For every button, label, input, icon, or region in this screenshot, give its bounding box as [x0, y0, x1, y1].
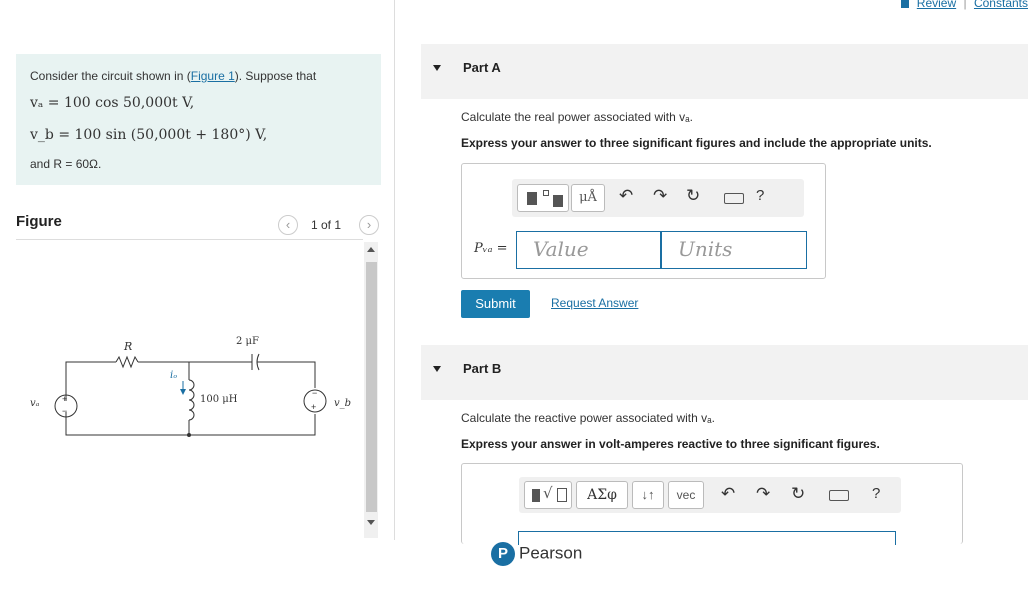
figure-1-link[interactable]: Figure 1: [191, 69, 235, 83]
part-b-instruction: Express your answer in volt-amperes reac…: [461, 437, 880, 451]
review-icon: [901, 0, 910, 8]
intro-suffix: ). Suppose that: [234, 69, 317, 83]
undo-icon[interactable]: ↶: [721, 484, 735, 504]
top-links: Review | Constants: [901, 0, 1028, 10]
circuit-diagram: R 2 μF 100 μH iₒ vₐ v_b + − − +: [30, 336, 351, 437]
constants-link[interactable]: Constants: [974, 0, 1028, 10]
label-va: vₐ: [30, 398, 40, 409]
submit-button[interactable]: Submit: [461, 290, 530, 318]
part-a-instruction: Express your answer to three significant…: [461, 136, 932, 150]
figure-title: Figure: [16, 213, 62, 230]
scroll-down-icon[interactable]: [367, 520, 375, 525]
intro-prefix: Consider the circuit shown in (: [30, 69, 191, 83]
review-link[interactable]: Review: [917, 0, 956, 10]
part-a-header[interactable]: Part A: [421, 44, 1028, 99]
va-equation: vₐ = 100 cos 50,000t V,: [30, 95, 195, 111]
templates-button[interactable]: [517, 184, 569, 212]
part-b-question: Calculate the reactive power associated …: [461, 411, 715, 425]
figure-panel: R 2 μF 100 μH iₒ vₐ v_b + − − +: [16, 239, 363, 540]
figure-scroll-thumb[interactable]: [366, 262, 377, 512]
next-figure-button[interactable]: ›: [359, 215, 379, 235]
part-b-answer-box: √ ΑΣφ ↓↑ vec ↶ ↷ ↻ ?: [461, 463, 963, 545]
value-placeholder: Value: [533, 237, 589, 261]
part-a-answer-box: μÅ ↶ ↷ ↻ ? Pᵥₐ = Value Units: [461, 163, 826, 279]
problem-statement: Consider the circuit shown in (Figure 1)…: [16, 54, 381, 185]
vb-plus: +: [311, 402, 316, 412]
collapse-caret-icon: [433, 65, 441, 71]
resistor: [115, 355, 139, 369]
help-icon[interactable]: ?: [756, 187, 764, 204]
keyboard-icon[interactable]: [724, 193, 744, 204]
part-a-question: Calculate the real power associated with…: [461, 110, 693, 124]
collapse-caret-icon: [433, 366, 441, 372]
va-plus: +: [62, 394, 67, 404]
label-inductance: 100 μH: [200, 394, 238, 405]
units-input[interactable]: Units: [661, 231, 807, 269]
greek-symbols-button[interactable]: ΑΣφ: [576, 481, 628, 509]
label-capacitance: 2 μF: [236, 336, 259, 347]
pearson-text: Pearson: [519, 543, 583, 563]
request-answer-link[interactable]: Request Answer: [551, 296, 638, 310]
link-separator: |: [963, 0, 967, 10]
scroll-up-icon[interactable]: [367, 247, 375, 252]
redo-icon[interactable]: ↷: [756, 484, 770, 504]
va-minus: −: [62, 406, 67, 416]
resistance-statement: and R = 60Ω.: [30, 157, 102, 171]
subscript-button[interactable]: ↓↑: [632, 481, 664, 509]
templates-sqrt-button[interactable]: √: [524, 481, 572, 509]
panel-divider: [394, 0, 395, 540]
value-input[interactable]: Value: [516, 231, 661, 269]
label-R: R: [123, 340, 132, 353]
inductor: [188, 379, 195, 421]
vec-button[interactable]: vec: [668, 481, 704, 509]
label-vb: v_b: [334, 398, 351, 409]
vb-equation: v_b = 100 sin (50,000t + 180°) V,: [30, 127, 268, 143]
part-a-toolbar: μÅ ↶ ↷ ↻ ?: [512, 179, 804, 217]
pa-variable-label: Pᵥₐ =: [474, 241, 508, 256]
pearson-logo-icon: P: [491, 542, 515, 566]
units-button[interactable]: μÅ: [571, 184, 605, 212]
part-b-toolbar: √ ΑΣφ ↓↑ vec ↶ ↷ ↻ ?: [519, 477, 901, 513]
pearson-brand: P Pearson: [491, 542, 582, 566]
units-placeholder: Units: [678, 237, 733, 261]
reset-icon[interactable]: ↻: [686, 186, 700, 206]
undo-icon[interactable]: ↶: [619, 186, 633, 206]
current-arrow: [180, 389, 186, 395]
label-io: iₒ: [170, 370, 177, 381]
reset-icon[interactable]: ↻: [791, 484, 805, 504]
part-b-header[interactable]: Part B: [421, 345, 1028, 400]
keyboard-icon[interactable]: [829, 490, 849, 501]
figure-pager: 1 of 1: [311, 218, 342, 232]
problem-intro: Consider the circuit shown in (Figure 1)…: [30, 69, 316, 83]
part-a-label: Part A: [463, 60, 501, 75]
prev-figure-button[interactable]: ‹: [278, 215, 298, 235]
vb-minus: −: [312, 388, 317, 398]
part-b-label: Part B: [463, 361, 502, 376]
help-icon[interactable]: ?: [872, 485, 880, 502]
redo-icon[interactable]: ↷: [653, 186, 667, 206]
